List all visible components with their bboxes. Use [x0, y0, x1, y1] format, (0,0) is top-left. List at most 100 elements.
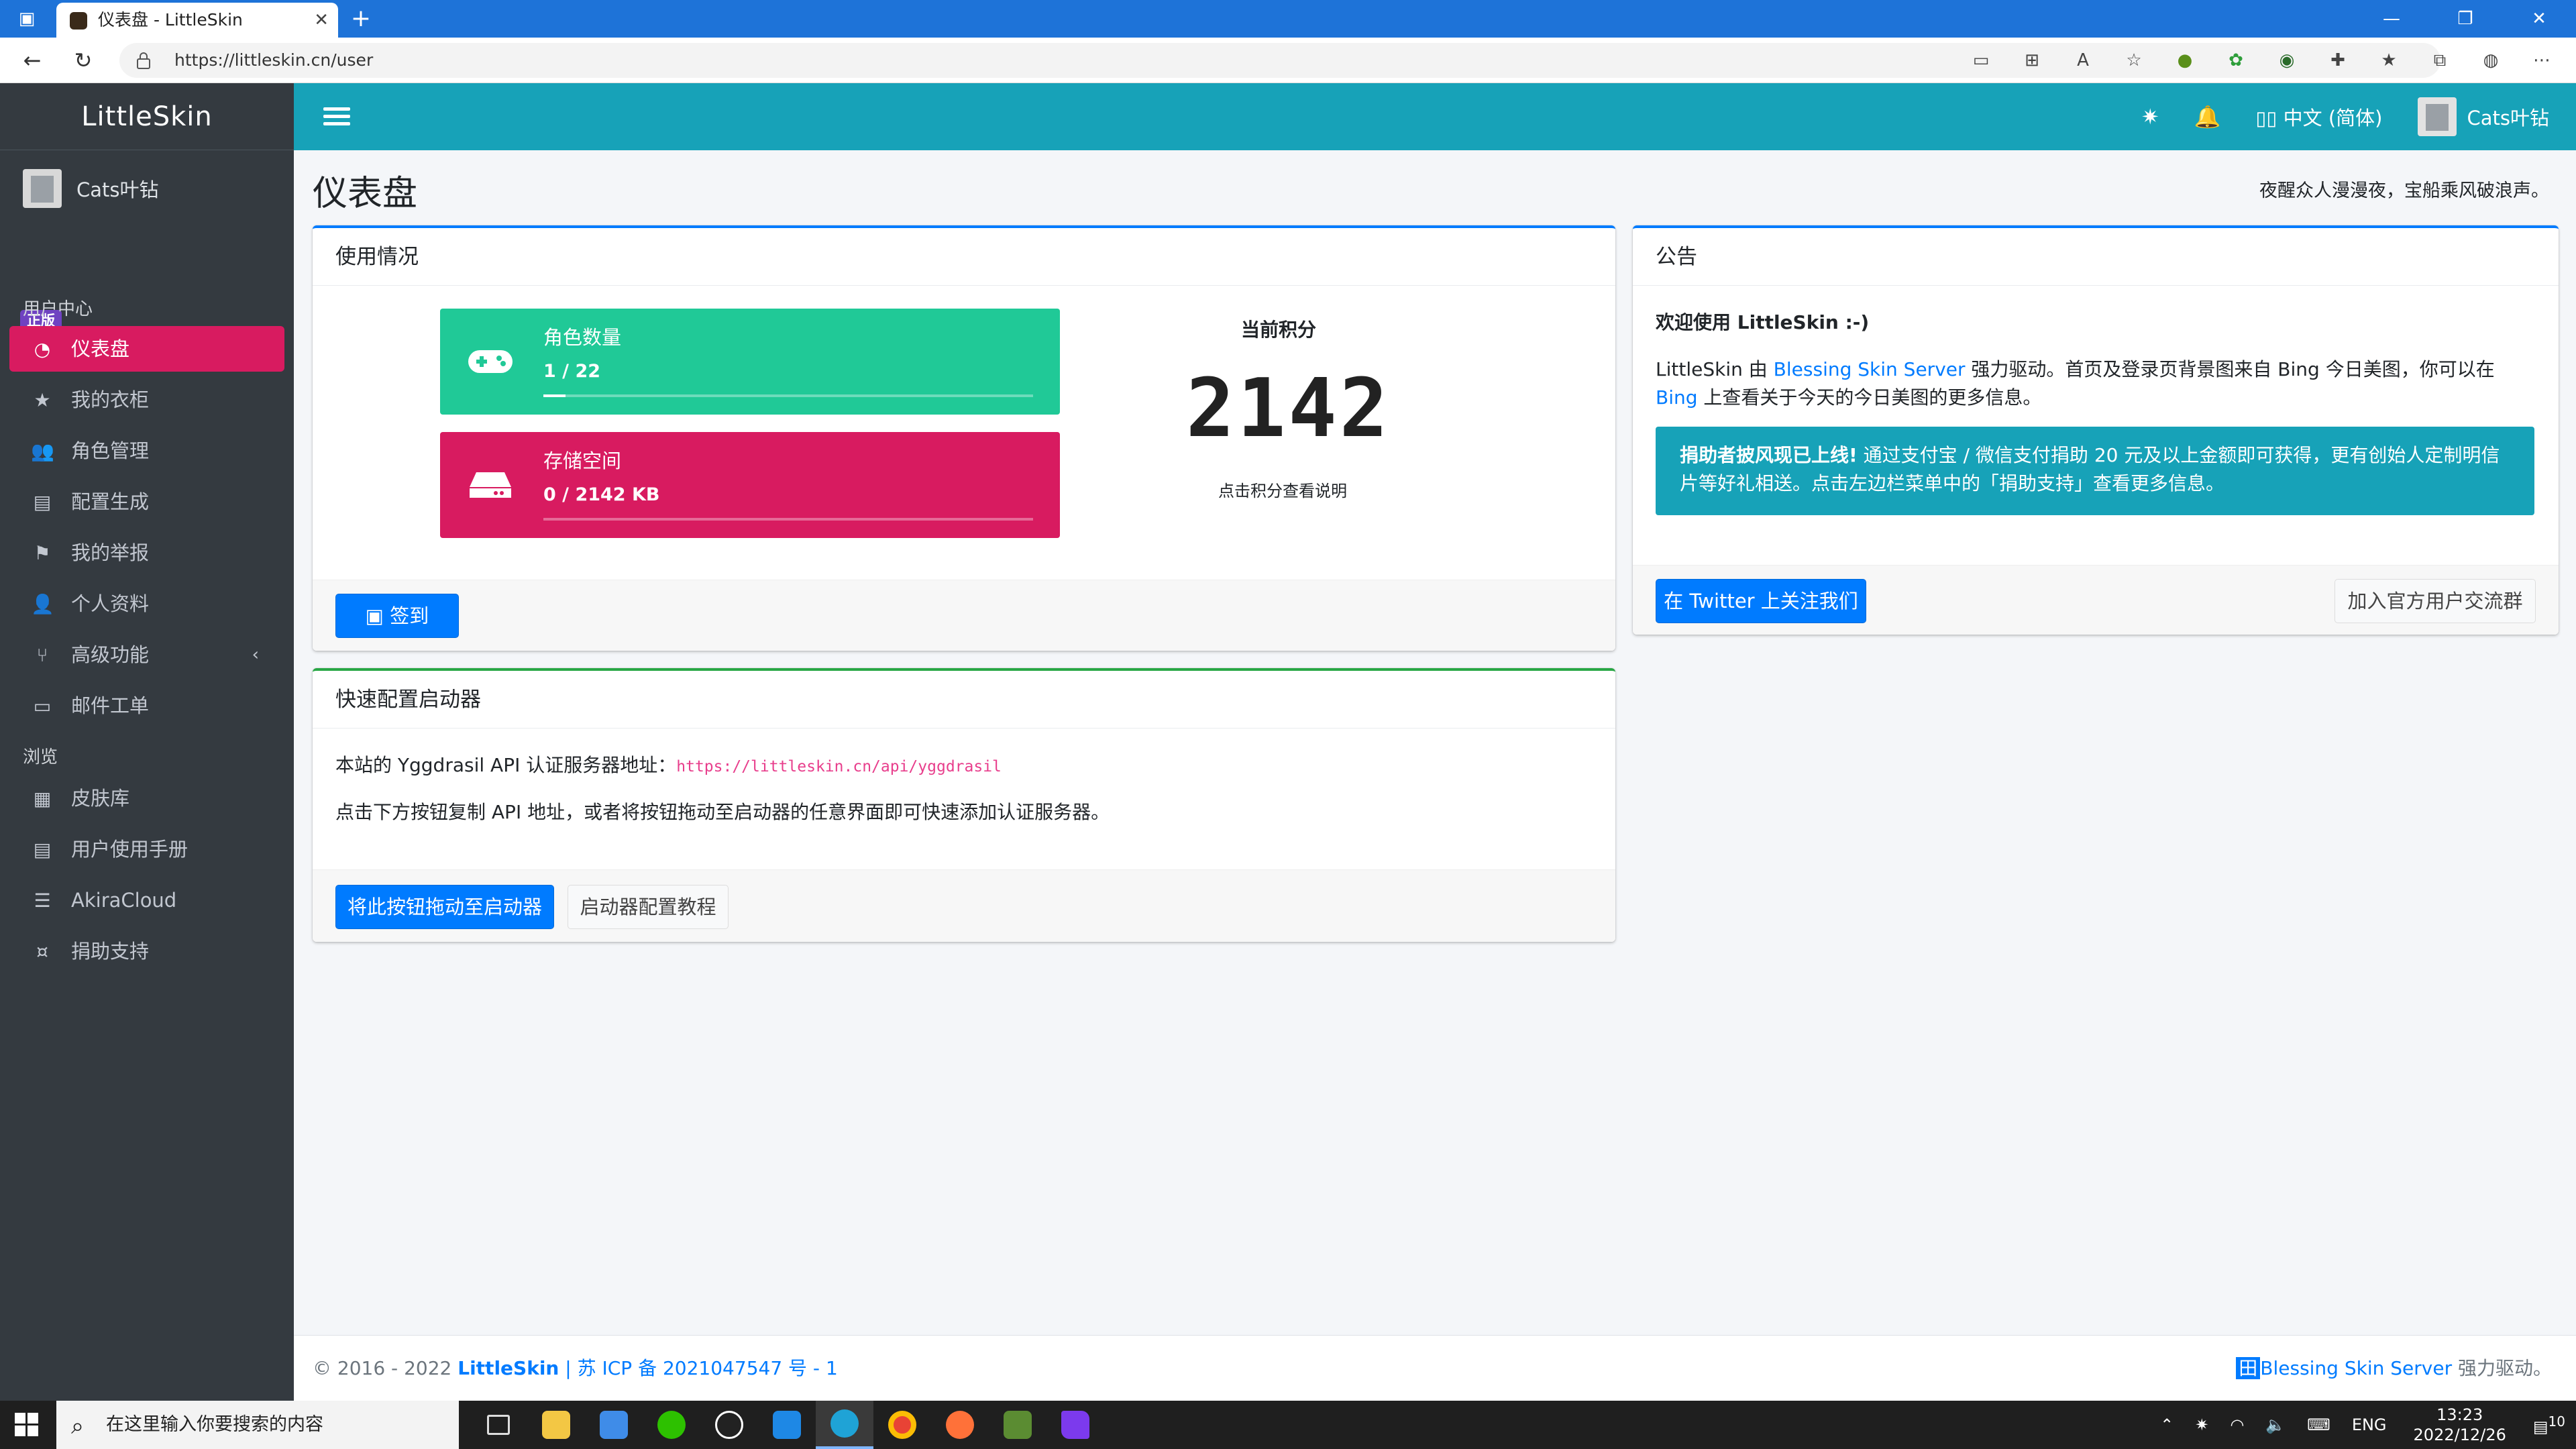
api-url[interactable]: https://littleskin.cn/api/yggdrasil	[676, 758, 1002, 775]
minecraft-icon[interactable]	[989, 1401, 1046, 1449]
taskbar-search-input[interactable]: ⌕ 在这里输入你要搜索的内容	[56, 1401, 459, 1449]
menu-toggle-icon[interactable]	[323, 103, 350, 130]
favorites-icon[interactable]: ★	[2375, 47, 2403, 74]
collections-icon[interactable]: ⧉	[2426, 47, 2454, 74]
tray-chevron-icon[interactable]: ⌃	[2149, 1415, 2184, 1434]
obsidian-icon[interactable]	[1046, 1401, 1104, 1449]
tab-close-icon[interactable]: ✕	[314, 3, 329, 38]
file-explorer-icon[interactable]	[527, 1401, 585, 1449]
user-menu[interactable]: Cats叶钻	[2417, 97, 2549, 136]
input-language[interactable]: ENG	[2341, 1415, 2398, 1434]
brightness-icon[interactable]: ✷	[2184, 1415, 2219, 1434]
sidebar-item-reports[interactable]: ⚑ 我的举报	[9, 530, 284, 576]
dashboard-icon: ◔	[34, 338, 51, 360]
announcement-text-mid: 强力驱动。首页及登录页背景图来自 Bing 今日美图，你可以在	[1965, 358, 2495, 380]
extension-3-icon[interactable]: ◉	[2273, 47, 2301, 74]
announcement-text-post: 上查看关于今天的今日美图的更多信息。	[1697, 386, 2042, 409]
footer-blessing-link[interactable]: Blessing Skin Server	[2260, 1357, 2452, 1379]
minimize-icon[interactable]: —	[2355, 0, 2428, 38]
star-icon: ★	[34, 389, 51, 411]
dark-mode-icon[interactable]: ✷	[2141, 104, 2159, 129]
start-icon[interactable]	[15, 1413, 39, 1437]
footer-site-link[interactable]: LittleSkin	[458, 1357, 559, 1379]
extension-2-icon[interactable]: ✿	[2222, 47, 2250, 74]
edge-icon[interactable]	[816, 1401, 873, 1449]
extensions-icon[interactable]: ✚	[2324, 47, 2352, 74]
hdd-icon	[470, 472, 511, 498]
apps-icon[interactable]: ⊞	[2018, 47, 2046, 74]
avatar	[23, 169, 62, 208]
launcher-tutorial-button[interactable]: 启动器配置教程	[568, 885, 729, 929]
qq-icon[interactable]	[700, 1401, 758, 1449]
launcher-card-title: 快速配置启动器	[313, 671, 1615, 729]
read-aloud-icon[interactable]: A	[2069, 47, 2097, 74]
blessing-skin-link[interactable]: Blessing Skin Server	[1774, 358, 1966, 380]
reload-icon[interactable]: ↻	[67, 44, 99, 76]
sidebar-item-akiracloud[interactable]: ☰ AkiraCloud	[9, 877, 284, 923]
storage-progress	[543, 518, 1033, 521]
window-close-icon[interactable]: ✕	[2502, 0, 2576, 38]
search-icon: ⌕	[71, 1413, 85, 1440]
copyright-text: © 2016 - 2022	[313, 1357, 458, 1379]
bing-link[interactable]: Bing	[1656, 386, 1698, 409]
taskbar-search-placeholder: 在这里输入你要搜索的内容	[106, 1414, 323, 1435]
twitter-follow-button[interactable]: 在 Twitter 上关注我们	[1656, 579, 1866, 623]
score-value[interactable]: 2142	[1186, 362, 1391, 455]
sidebar-item-tickets[interactable]: ▭ 邮件工单	[9, 683, 284, 729]
chrome-icon[interactable]	[873, 1401, 931, 1449]
brand-logo[interactable]: LittleSkin	[0, 83, 294, 150]
sidebar-item-profile[interactable]: 👤 个人资料	[9, 581, 284, 627]
page-title: 仪表盘	[313, 174, 418, 214]
keyboard-icon[interactable]: ⌨	[2296, 1415, 2341, 1434]
sidebar-item-donate[interactable]: ¤ 捐助支持	[9, 928, 284, 974]
sidebar-item-dashboard[interactable]: ◔ 仪表盘	[9, 326, 284, 372]
site-favicon-icon	[70, 12, 87, 30]
api-address-line: 本站的 Yggdrasil API 认证服务器地址：https://little…	[335, 751, 1002, 781]
favorite-add-icon[interactable]: ☆	[2120, 47, 2148, 74]
announcement-card-title: 公告	[1633, 228, 2559, 286]
sign-in-button[interactable]: ▣ 签到	[335, 594, 459, 638]
tab-title: 仪表盘 - LittleSkin	[98, 10, 243, 30]
page-motto: 夜醒众人漫漫夜，宝船乘风破浪声。	[2259, 180, 2549, 201]
firefox-icon[interactable]	[931, 1401, 989, 1449]
profile-icon[interactable]: ◍	[2477, 47, 2505, 74]
sidebar-item-label: 邮件工单	[71, 694, 150, 717]
notification-icon[interactable]: ▤10	[2522, 1413, 2576, 1436]
sidebar-item-closet[interactable]: ★ 我的衣柜	[9, 377, 284, 423]
sidebar-item-manual[interactable]: ▤ 用户使用手册	[9, 826, 284, 872]
sidebar-item-players[interactable]: 👥 角色管理	[9, 428, 284, 474]
bell-icon[interactable]: 🔔	[2194, 104, 2221, 129]
sidebar-item-label: 皮肤库	[71, 787, 130, 810]
language-switch[interactable]: ▯▯ 中文 (简体)	[2256, 103, 2383, 131]
restore-icon[interactable]: ❐	[2428, 0, 2502, 38]
wechat-icon[interactable]	[643, 1401, 700, 1449]
sidebar-item-advanced[interactable]: ⑂ 高级功能 ‹	[9, 632, 284, 678]
drag-to-launcher-button[interactable]: 将此按钮拖动至启动器	[335, 885, 554, 929]
archive-icon: ▦	[33, 788, 52, 810]
taskbar-clock[interactable]: 13:23 2022/12/26	[2398, 1405, 2522, 1445]
sidebar-item-config[interactable]: ▤ 配置生成	[9, 479, 284, 525]
store-icon[interactable]	[585, 1401, 643, 1449]
browser-tab-active[interactable]: 仪表盘 - LittleSkin ✕	[56, 3, 338, 38]
url-text: https://littleskin.cn/user	[174, 50, 374, 70]
chevron-left-icon: ‹	[252, 645, 259, 665]
new-tab-icon[interactable]: +	[346, 4, 376, 34]
feishu-icon[interactable]	[758, 1401, 816, 1449]
announcement-body: LittleSkin 由 Blessing Skin Server 强力驱动。首…	[1656, 356, 2534, 412]
sidebar-item-label: AkiraCloud	[71, 889, 177, 912]
back-icon[interactable]: ←	[16, 44, 48, 76]
join-group-button[interactable]: 加入官方用户交流群	[2334, 579, 2536, 623]
cast-icon[interactable]: ▭	[1967, 47, 1995, 74]
volume-icon[interactable]: 🔈	[2255, 1415, 2296, 1434]
language-label: 中文 (简体)	[2283, 107, 2383, 129]
icp-link[interactable]: | 苏 ICP 备 2021047547 号 - 1	[559, 1357, 838, 1379]
tab-actions-icon[interactable]: ▣	[12, 7, 42, 31]
browser-addressbar: ← ↻ https://littleskin.cn/user ▭ ⊞ A ☆ ●…	[0, 38, 2576, 83]
launcher-card: 快速配置启动器 本站的 Yggdrasil API 认证服务器地址：https:…	[313, 668, 1615, 942]
extension-1-icon[interactable]: ●	[2171, 47, 2199, 74]
more-icon[interactable]: ⋯	[2528, 47, 2556, 74]
sidebar-user-panel[interactable]: Cats叶钻	[20, 166, 275, 215]
task-view-icon[interactable]	[470, 1401, 527, 1449]
sidebar-item-skinlib[interactable]: ▦ 皮肤库	[9, 775, 284, 821]
wifi-icon[interactable]: ◠	[2219, 1415, 2255, 1434]
